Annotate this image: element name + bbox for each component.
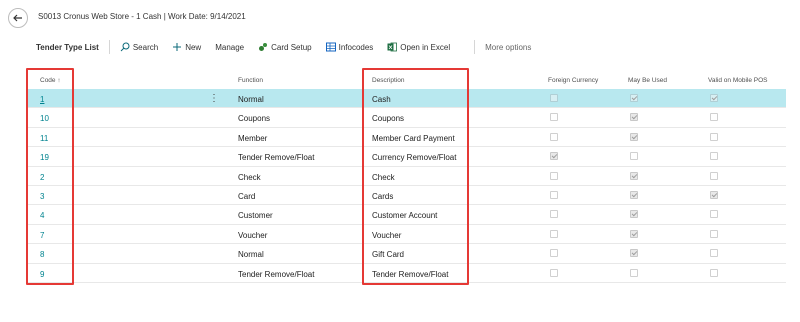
foreign-currency-checkbox[interactable] — [550, 113, 558, 122]
foreign-currency-checkbox[interactable] — [550, 190, 558, 199]
may-be-used-checkbox[interactable] — [630, 190, 638, 199]
new-label: New — [185, 42, 202, 52]
foreign-currency-checkbox[interactable] — [550, 249, 558, 258]
cell-function: Check — [238, 172, 261, 182]
cell-function: Card — [238, 191, 256, 201]
search-label: Search — [132, 42, 159, 52]
highlight-box-description-column — [362, 68, 469, 285]
valid-on-mobile-pos-checkbox[interactable] — [710, 171, 718, 180]
action-bar: Tender Type List Search New Manage Card … — [26, 36, 786, 58]
excel-icon — [387, 42, 398, 52]
may-be-used-checkbox[interactable] — [630, 249, 638, 258]
may-be-used-checkbox[interactable] — [630, 210, 638, 219]
valid-on-mobile-pos-checkbox[interactable] — [710, 229, 718, 238]
foreign-currency-checkbox[interactable] — [550, 229, 558, 238]
valid-on-mobile-pos-checkbox[interactable] — [710, 249, 718, 258]
column-header-foreign-currency[interactable]: Foreign Currency — [548, 77, 598, 84]
window-title: S0013 Cronus Web Store - 1 Cash | Work D… — [38, 12, 246, 21]
valid-on-mobile-pos-checkbox[interactable] — [710, 113, 718, 122]
column-header-valid-on-mobile-pos[interactable]: Valid on Mobile POS — [708, 77, 768, 84]
foreign-currency-checkbox[interactable] — [550, 132, 558, 141]
may-be-used-checkbox[interactable] — [630, 152, 638, 161]
open-in-excel-button[interactable]: Open in Excel — [387, 42, 450, 52]
cell-function: Voucher — [238, 230, 268, 240]
foreign-currency-checkbox[interactable] — [550, 94, 558, 102]
infocodes-label: Infocodes — [338, 42, 374, 52]
may-be-used-checkbox[interactable] — [630, 113, 638, 122]
may-be-used-checkbox[interactable] — [630, 94, 638, 102]
may-be-used-checkbox[interactable] — [630, 132, 638, 141]
open-in-excel-label: Open in Excel — [400, 42, 451, 52]
cell-function: Normal — [238, 250, 264, 260]
may-be-used-checkbox[interactable] — [630, 268, 638, 277]
page-title: Tender Type List — [36, 42, 99, 52]
foreign-currency-checkbox[interactable] — [550, 210, 558, 219]
foreign-currency-checkbox[interactable] — [550, 268, 558, 277]
new-button[interactable]: New — [172, 42, 201, 52]
column-header-may-be-used[interactable]: May Be Used — [628, 77, 667, 84]
cell-function: Customer — [238, 211, 273, 221]
search-icon — [120, 42, 130, 52]
plus-icon — [173, 43, 182, 51]
valid-on-mobile-pos-checkbox[interactable] — [710, 152, 718, 161]
infocodes-button[interactable]: Infocodes — [325, 42, 374, 52]
highlight-box-code-column — [26, 68, 74, 285]
column-header-function[interactable]: Function — [238, 77, 263, 84]
row-actions-icon[interactable]: ⋮ — [209, 93, 219, 104]
valid-on-mobile-pos-checkbox[interactable] — [710, 94, 718, 102]
foreign-currency-checkbox[interactable] — [550, 171, 558, 180]
valid-on-mobile-pos-checkbox[interactable] — [710, 268, 718, 277]
more-options-button[interactable]: More options — [485, 43, 531, 52]
valid-on-mobile-pos-checkbox[interactable] — [710, 210, 718, 219]
title-bar: S0013 Cronus Web Store - 1 Cash | Work D… — [0, 0, 800, 36]
gears-icon — [259, 43, 268, 51]
may-be-used-checkbox[interactable] — [630, 229, 638, 238]
cell-function: Tender Remove/Float — [238, 153, 315, 163]
foreign-currency-checkbox[interactable] — [550, 152, 558, 161]
table-icon — [325, 42, 336, 52]
manage-label: Manage — [215, 42, 245, 52]
cell-function: Member — [238, 133, 268, 143]
valid-on-mobile-pos-checkbox[interactable] — [710, 190, 718, 199]
back-button[interactable] — [8, 8, 28, 28]
manage-button[interactable]: Manage — [215, 43, 244, 52]
cell-function: Normal — [238, 95, 264, 104]
cell-function: Coupons — [238, 114, 271, 124]
search-button[interactable]: Search — [120, 42, 158, 52]
divider — [108, 40, 110, 54]
divider — [474, 40, 476, 54]
more-options-label: More options — [485, 42, 532, 52]
valid-on-mobile-pos-checkbox[interactable] — [710, 132, 718, 141]
card-setup-button[interactable]: Card Setup — [258, 42, 312, 52]
cell-function: Tender Remove/Float — [238, 269, 315, 279]
arrow-left-icon — [13, 14, 22, 22]
card-setup-label: Card Setup — [271, 42, 312, 52]
may-be-used-checkbox[interactable] — [630, 171, 638, 180]
